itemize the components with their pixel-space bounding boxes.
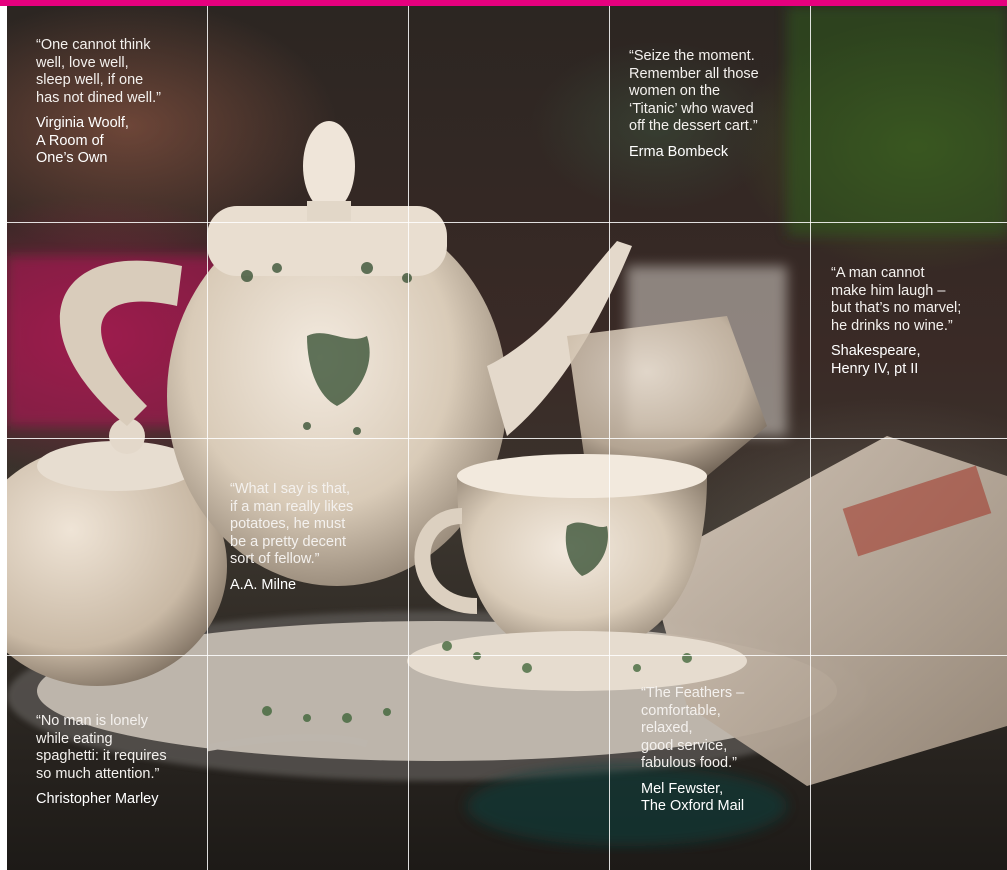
quote-text: “What I say is that, if a man really lik…	[230, 481, 354, 567]
quote-christopher-marley: “No man is lonely while eating spaghetti…	[36, 713, 208, 809]
quote-text: “The Feathers – comfortable, relaxed, go…	[641, 685, 745, 771]
quote-author: Erma Bombeck	[629, 143, 729, 160]
quote-text: “Seize the moment. Remember all those wo…	[629, 48, 759, 134]
quote-shakespeare: “A man cannot make him laugh – but that’…	[831, 265, 1003, 378]
quote-text: “One cannot think well, love well, sleep…	[36, 37, 161, 106]
quote-virginia-woolf: “One cannot think well, love well, sleep…	[36, 37, 208, 168]
quote-text: “No man is lonely while eating spaghetti…	[36, 713, 167, 782]
quote-text: “A man cannot make him laugh – but that’…	[831, 265, 962, 334]
quote-author: Mel Fewster, The Oxford Mail	[641, 780, 745, 815]
grid-line-horizontal-1	[7, 222, 1007, 223]
quote-author: Virginia Woolf, A Room of One’s Own	[36, 115, 129, 166]
quote-author: A.A. Milne	[230, 576, 297, 593]
grid-line-horizontal-2	[7, 438, 1007, 439]
quote-collage: “One cannot think well, love well, sleep…	[0, 0, 1007, 870]
quote-author: Shakespeare, Henry IV, pt II	[831, 343, 921, 377]
grid-line-horizontal-3	[7, 655, 1007, 656]
quote-author: Christopher Marley	[36, 791, 159, 807]
quote-erma-bombeck: “Seize the moment. Remember all those wo…	[629, 48, 801, 161]
quote-aa-milne: “What I say is that, if a man really lik…	[230, 481, 402, 594]
quote-mel-fewster: “The Feathers – comfortable, relaxed, go…	[641, 685, 813, 816]
